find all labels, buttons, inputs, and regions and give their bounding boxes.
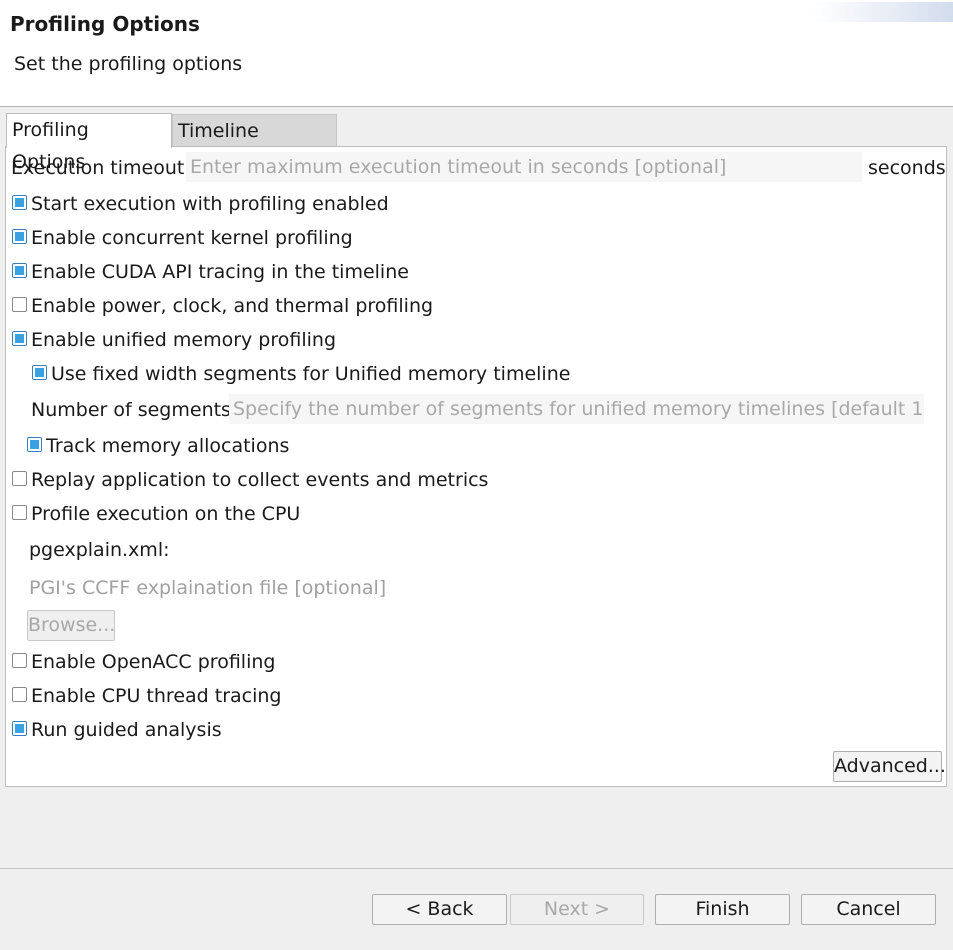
checkbox-label: Enable concurrent kernel profiling xyxy=(31,227,353,249)
checkbox-icon[interactable] xyxy=(12,263,27,278)
checkbox-icon[interactable] xyxy=(32,365,47,380)
checkbox-profile-cpu[interactable]: Profile execution on the CPU xyxy=(12,502,300,526)
advanced-button[interactable]: Advanced... xyxy=(833,751,946,782)
footer-divider xyxy=(0,868,953,869)
tab-profiling-options[interactable]: Profiling Options xyxy=(6,113,172,173)
checkbox-label: Enable power, clock, and thermal profili… xyxy=(31,295,434,317)
checkbox-track-memory[interactable]: Track memory allocations xyxy=(27,434,289,458)
page-subtitle: Set the profiling options xyxy=(14,53,243,75)
checkbox-concurrent-kernel[interactable]: Enable concurrent kernel profiling xyxy=(12,226,353,250)
checkbox-icon[interactable] xyxy=(12,505,27,520)
checkbox-fixed-width-segments[interactable]: Use fixed width segments for Unified mem… xyxy=(32,362,570,386)
page-title: Profiling Options xyxy=(10,12,200,36)
checkbox-label: Start execution with profiling enabled xyxy=(31,193,389,215)
next-button[interactable]: Next > xyxy=(510,894,644,925)
checkbox-label: Run guided analysis xyxy=(31,719,222,741)
checkbox-start-profiling[interactable]: Start execution with profiling enabled xyxy=(12,192,389,216)
checkbox-icon[interactable] xyxy=(12,721,27,736)
cancel-button[interactable]: Cancel xyxy=(801,894,936,925)
checkbox-icon[interactable] xyxy=(12,687,27,702)
checkbox-cuda-api-tracing[interactable]: Enable CUDA API tracing in the timeline xyxy=(12,260,409,284)
finish-button[interactable]: Finish xyxy=(655,894,790,925)
pgexplain-label: pgexplain.xml: xyxy=(29,539,170,561)
checkbox-icon[interactable] xyxy=(12,653,27,668)
checkbox-icon[interactable] xyxy=(12,195,27,210)
back-button[interactable]: < Back xyxy=(372,894,507,925)
header-banner-gradient xyxy=(813,2,953,22)
checkbox-icon[interactable] xyxy=(12,229,27,244)
checkbox-guided-analysis[interactable]: Run guided analysis xyxy=(12,718,222,742)
checkbox-label: Replay application to collect events and… xyxy=(31,469,489,491)
checkbox-label: Enable OpenACC profiling xyxy=(31,651,276,673)
segments-input[interactable]: Specify the number of segments for unifi… xyxy=(229,394,924,424)
checkbox-openacc[interactable]: Enable OpenACC profiling xyxy=(12,650,275,674)
pgexplain-input[interactable]: PGI's CCFF explaination file [optional] xyxy=(29,576,386,600)
checkbox-power-clock-thermal[interactable]: Enable power, clock, and thermal profili… xyxy=(12,294,433,318)
segments-label: Number of segments xyxy=(31,399,231,421)
checkbox-replay-application[interactable]: Replay application to collect events and… xyxy=(12,468,488,492)
checkbox-icon[interactable] xyxy=(12,471,27,486)
checkbox-label: Track memory allocations xyxy=(46,435,290,457)
tab-timeline-options[interactable]: Timeline Options xyxy=(172,114,337,174)
checkbox-icon[interactable] xyxy=(12,331,27,346)
execution-timeout-unit: seconds xyxy=(868,157,946,179)
checkbox-cpu-thread-tracing[interactable]: Enable CPU thread tracing xyxy=(12,684,281,708)
profiling-options-panel: Execution timeout: Enter maximum executi… xyxy=(5,146,947,787)
checkbox-label: Enable CPU thread tracing xyxy=(31,685,282,707)
checkbox-unified-memory[interactable]: Enable unified memory profiling xyxy=(12,328,336,352)
checkbox-label: Enable CUDA API tracing in the timeline xyxy=(31,261,409,283)
checkbox-label: Use fixed width segments for Unified mem… xyxy=(51,363,571,385)
checkbox-icon[interactable] xyxy=(27,437,42,452)
execution-timeout-input[interactable]: Enter maximum execution timeout in secon… xyxy=(186,152,862,182)
checkbox-label: Profile execution on the CPU xyxy=(31,503,301,525)
checkbox-icon[interactable] xyxy=(12,297,27,312)
checkbox-label: Enable unified memory profiling xyxy=(31,329,337,351)
wizard-header: Profiling Options Set the profiling opti… xyxy=(0,0,953,107)
browse-button[interactable]: Browse... xyxy=(27,610,115,641)
